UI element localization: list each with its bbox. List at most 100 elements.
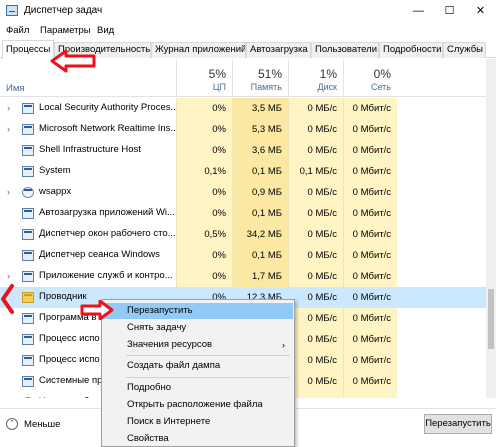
process-disk: 0 МБ/с (288, 182, 343, 203)
menu-item-label: Поиск в Интернете (127, 415, 211, 427)
process-window-icon (22, 334, 34, 345)
process-network: 0 Мбит/с (343, 371, 397, 392)
column-disk[interactable]: 1% Диск (288, 59, 343, 97)
expand-chevron-icon[interactable]: › (7, 187, 10, 197)
process-disk: 0,1 МБ/с (288, 161, 343, 182)
menu-item-label: Создать файл дампа (127, 360, 221, 372)
column-name[interactable]: Имя (6, 83, 25, 94)
tab-services[interactable]: Службы (443, 42, 486, 58)
context-menu-item[interactable]: Создать файл дампа (103, 358, 293, 374)
process-name: Системные пр (39, 375, 103, 386)
tab-processes[interactable]: Процессы (2, 40, 54, 59)
column-memory[interactable]: 51% Память (232, 59, 288, 97)
menu-item-label: Снять задачу (127, 321, 187, 333)
process-row[interactable]: Shell Infrastructure Host 0% 3,6 МБ 0 МБ/с 0… (0, 140, 486, 161)
process-name: Microsoft Network Realtime Ins... (39, 123, 179, 134)
process-window-icon (22, 124, 34, 135)
submenu-arrow-icon: › (282, 339, 285, 350)
process-name: Автозагрузка приложений Wi... (39, 207, 175, 218)
expand-chevron-icon[interactable]: › (7, 103, 10, 113)
tab-users[interactable]: Пользователи (311, 42, 379, 58)
process-window-icon (22, 103, 34, 114)
process-name: Shell Infrastructure Host (39, 144, 141, 155)
expand-chevron-icon[interactable]: › (7, 271, 10, 281)
column-cpu[interactable]: 5% ЦП (176, 59, 232, 97)
context-menu-item[interactable]: Снять задачу (103, 320, 293, 336)
column-network[interactable]: 0% Сеть (343, 59, 397, 97)
cpu-total: 5% (208, 67, 226, 81)
process-row[interactable]: Автозагрузка приложений Wi... 0% 0,1 МБ 0 М… (0, 203, 486, 224)
process-memory: 3,6 МБ (232, 140, 288, 161)
process-network: 0 Мбит/с (343, 161, 397, 182)
title-bar: Диспетчер задач — ☐ ✕ (0, 0, 496, 22)
process-window-icon (22, 271, 34, 282)
disk-label: Диск (317, 82, 337, 92)
process-row[interactable]: Диспетчер окон рабочего сто... 0,5% 34,2 М… (0, 224, 486, 245)
process-row[interactable]: System 0,1% 0,1 МБ 0,1 МБ/с 0 Мбит/с (0, 161, 486, 182)
menu-item-label: Свойства (127, 432, 169, 444)
process-cpu: 0% (176, 182, 232, 203)
context-menu-item[interactable]: Поиск в Интернете (103, 414, 293, 430)
vertical-scrollbar[interactable] (486, 59, 496, 398)
process-memory: 3,5 МБ (232, 98, 288, 119)
fewer-details-link[interactable]: Меньше (24, 419, 60, 430)
tab-details[interactable]: Подробности (379, 42, 443, 58)
process-row[interactable]: › Приложение служб и контро... 0% 1,7 МБ 0 М… (0, 266, 486, 287)
maximize-button[interactable]: ☐ (434, 0, 465, 22)
context-menu-item[interactable]: Открыть расположение файла (103, 397, 293, 413)
disk-total: 1% (319, 67, 337, 81)
process-window-icon (22, 208, 34, 219)
process-row[interactable]: › wsappx 0% 0,9 МБ 0 МБ/с 0 Мбит/с (0, 182, 486, 203)
process-row[interactable]: › Local Security Authority Proces... 0% 3,5… (0, 98, 486, 119)
process-window-icon (22, 250, 34, 261)
process-network: 0 Мбит/с (343, 308, 397, 329)
process-name: Приложение служб и контро... (39, 270, 173, 281)
process-name: Local Security Authority Proces... (39, 102, 179, 113)
expand-chevron-icon[interactable]: › (7, 124, 10, 134)
close-button[interactable]: ✕ (465, 0, 496, 22)
scrollbar-thumb[interactable] (488, 289, 494, 349)
tab-app-history[interactable]: Журнал приложений (151, 42, 246, 58)
process-disk: 0 МБ/с (288, 329, 343, 350)
process-cpu: 0,1% (176, 161, 232, 182)
context-menu-item[interactable]: Свойства (103, 431, 293, 447)
window-title: Диспетчер задач (24, 5, 103, 16)
process-name: Процесс испо (39, 333, 100, 344)
menu-view[interactable]: Вид (97, 25, 114, 36)
minimize-button[interactable]: — (403, 0, 434, 22)
process-window-icon (22, 355, 34, 366)
annotation-bracket-icon (1, 284, 14, 314)
process-memory: 0,1 МБ (232, 245, 288, 266)
menu-options[interactable]: Параметры (40, 25, 91, 36)
process-memory: 34,2 МБ (232, 224, 288, 245)
menu-item-label: Перезапустить (127, 305, 193, 316)
process-memory: 1,7 МБ (232, 266, 288, 287)
menu-item-label: Открыть расположение файла (127, 399, 263, 410)
expand-chevron-icon[interactable]: › (7, 397, 10, 398)
process-row[interactable]: Диспетчер сеанса Windows 0% 0,1 МБ 0 МБ/с 0 … (0, 245, 486, 266)
context-menu: Перезапустить Снять задачу Значения ресурс… (101, 299, 295, 447)
process-disk: 0 МБ/с (288, 266, 343, 287)
process-name: Диспетчер сеанса Windows (39, 249, 160, 260)
process-row[interactable]: › Microsoft Network Realtime Ins... 0% 5,3 … (0, 119, 486, 140)
restart-button[interactable]: Перезапустить (424, 414, 492, 434)
process-cpu: 0% (176, 266, 232, 287)
process-disk: 0 МБ/с (288, 224, 343, 245)
process-name: Узел служб: гр (39, 396, 103, 398)
tab-startup[interactable]: Автозагрузка (246, 42, 311, 58)
process-name: wsappx (39, 186, 72, 197)
menu-separator (126, 355, 290, 357)
process-cpu: 0% (176, 98, 232, 119)
process-memory: 5,3 МБ (232, 119, 288, 140)
network-total: 0% (373, 67, 391, 81)
context-menu-item[interactable]: Подробно (103, 380, 293, 396)
context-menu-item[interactable]: Значения ресурсов › (103, 337, 293, 353)
process-disk: 0 МБ/с (288, 245, 343, 266)
annotation-arrow-right-icon (80, 300, 114, 320)
process-gear-icon (22, 187, 34, 198)
menu-file[interactable]: Файл (6, 25, 29, 36)
process-network: 0 Мбит/с (343, 140, 397, 161)
collapse-up-icon[interactable]: ⌃ (6, 418, 18, 430)
context-menu-item[interactable]: Перезапустить (103, 303, 293, 319)
process-window-icon (22, 376, 34, 387)
